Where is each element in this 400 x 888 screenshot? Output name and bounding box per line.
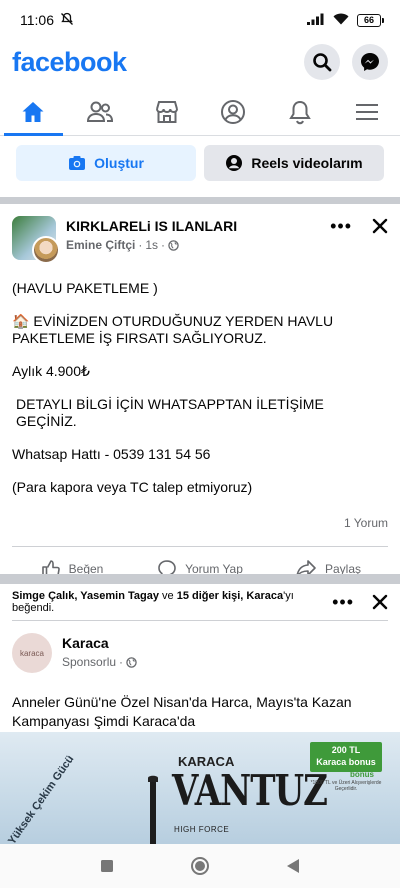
comment-count[interactable]: 1 Yorum <box>344 516 388 530</box>
tab-menu[interactable] <box>333 88 400 135</box>
do-not-disturb-icon <box>60 12 74 29</box>
status-left: 11:06 <box>20 12 74 29</box>
post-meta: Sponsorlu · <box>62 655 388 669</box>
more-options-icon[interactable]: ••• <box>330 217 352 235</box>
status-time: 11:06 <box>20 12 54 28</box>
post-time[interactable]: 1s <box>145 238 158 252</box>
social-context-text: Simge Çalık, Yasemin Tagay ve 15 diğer k… <box>12 590 294 614</box>
home-button-icon[interactable] <box>190 856 210 876</box>
post-header: KIRKLARELi IS ILANLARI Emine Çiftçi · 1s… <box>0 204 400 264</box>
tab-friends[interactable] <box>67 88 134 135</box>
facebook-logo[interactable]: facebook <box>12 47 127 78</box>
post-line: Whatsap Hattı - 0539 131 54 56 <box>12 446 211 462</box>
messenger-button[interactable] <box>352 44 388 80</box>
tab-home[interactable] <box>0 88 67 136</box>
ad-product-image <box>148 775 158 844</box>
tab-profile[interactable] <box>200 88 267 135</box>
camera-icon <box>69 156 86 170</box>
author-avatar[interactable] <box>32 236 60 264</box>
ad-image[interactable]: KARACA VANTUZ HIGH FORCE 200 TL Karaca b… <box>0 732 400 844</box>
ad-subline: HIGH FORCE <box>174 825 230 834</box>
post-body: Anneler Günü'ne Özel Nisan'da Harca, May… <box>0 693 400 731</box>
status-right: 66 <box>307 12 384 28</box>
group-avatar[interactable] <box>12 216 60 264</box>
user-circle-icon <box>226 155 243 171</box>
app-header: facebook <box>0 40 400 84</box>
close-icon[interactable] <box>372 218 388 234</box>
system-nav-bar <box>0 844 400 888</box>
ad-bonus-logo: bonus <box>350 770 374 779</box>
page-name[interactable]: Karaca <box>62 635 388 651</box>
search-icon <box>313 53 332 72</box>
status-bar: 11:06 66 <box>0 0 400 40</box>
my-reels-label: Reels videolarım <box>251 155 363 171</box>
create-post-label: Oluştur <box>94 155 144 171</box>
ad-arc-text: Yüksek Çekim Gücü <box>6 753 77 844</box>
battery-icon: 66 <box>357 13 384 27</box>
battery-level: 66 <box>357 13 381 27</box>
social-context: Simge Çalık, Yasemin Tagay ve 15 diğer k… <box>0 584 400 620</box>
wifi-icon <box>333 12 349 28</box>
post-author[interactable]: Emine Çiftçi <box>66 238 135 252</box>
post-header: karaca Karaca Sponsorlu · <box>0 621 400 673</box>
group-name[interactable]: KIRKLARELi IS ILANLARI <box>66 218 330 234</box>
bell-icon <box>289 100 311 124</box>
tab-notifications[interactable] <box>267 88 334 135</box>
page-avatar-text: karaca <box>19 648 44 658</box>
post-line: DETAYLI BİLGİ İÇİN WHATSAPPTAN İLETİŞİME… <box>16 396 324 429</box>
composer-bar: Oluştur Reels videolarım <box>0 145 400 183</box>
post-meta: Emine Çiftçi · 1s · <box>66 238 330 252</box>
liked-others[interactable]: 15 diğer kişi, <box>177 590 244 602</box>
globe-icon <box>168 239 179 251</box>
friends-icon <box>86 101 114 122</box>
marketplace-icon <box>155 100 178 123</box>
ad-bonus-badge: 200 TL Karaca bonus <box>310 742 382 772</box>
more-options-icon[interactable]: ••• <box>332 593 354 611</box>
feed-post: KIRKLARELi IS ILANLARI Emine Çiftçi · 1s… <box>0 204 400 578</box>
feed-separator <box>0 197 400 204</box>
ad-fine-print: *1000 TL ve Üzeri Alışverişlerde Geçerli… <box>310 780 382 792</box>
liked-names[interactable]: Simge Çalık, Yasemin Tagay <box>12 590 159 602</box>
globe-icon <box>126 656 137 668</box>
post-line: (Para kapora veya TC talep etmiyoruz) <box>12 479 253 495</box>
feed-separator <box>0 574 400 584</box>
main-nav-tabs <box>0 88 400 136</box>
back-icon[interactable] <box>286 858 300 874</box>
post-header-text: Karaca Sponsorlu · <box>62 633 388 669</box>
ad-product: VANTUZ <box>172 766 328 816</box>
hamburger-menu-icon <box>355 103 378 120</box>
messenger-icon <box>361 53 379 71</box>
post-line: 🏠 EVİNİZDEN OTURDUĞUNUZ YERDEN HAVLU PAK… <box>12 313 334 346</box>
sponsored-label[interactable]: Sponsorlu <box>62 655 116 669</box>
profile-icon <box>221 99 246 124</box>
post-header-actions: ••• <box>330 216 388 235</box>
sponsored-post: Simge Çalık, Yasemin Tagay ve 15 diğer k… <box>0 584 400 732</box>
post-line: Aylık 4.900₺ <box>12 363 90 379</box>
liked-page[interactable]: Karaca <box>246 590 283 602</box>
post-body: (HAVLU PAKETLEME ) 🏠 EVİNİZDEN OTURDUĞUN… <box>0 280 400 496</box>
recents-icon[interactable] <box>100 859 114 873</box>
page-avatar[interactable]: karaca <box>12 633 52 673</box>
my-reels-button[interactable]: Reels videolarım <box>204 145 384 181</box>
post-header-text: KIRKLARELi IS ILANLARI Emine Çiftçi · 1s… <box>66 216 330 252</box>
ad-text: Anneler Günü'ne Özel Nisan'da Harca, May… <box>12 694 352 729</box>
tab-marketplace[interactable] <box>133 88 200 135</box>
create-post-button[interactable]: Oluştur <box>16 145 196 181</box>
header-actions <box>304 44 388 80</box>
social-context-actions: ••• <box>332 593 388 611</box>
post-stats: 1 Yorum <box>0 516 400 530</box>
home-icon <box>22 101 44 122</box>
search-button[interactable] <box>304 44 340 80</box>
signal-icon <box>307 12 325 28</box>
close-icon[interactable] <box>372 594 388 610</box>
post-line: (HAVLU PAKETLEME ) <box>12 280 158 296</box>
